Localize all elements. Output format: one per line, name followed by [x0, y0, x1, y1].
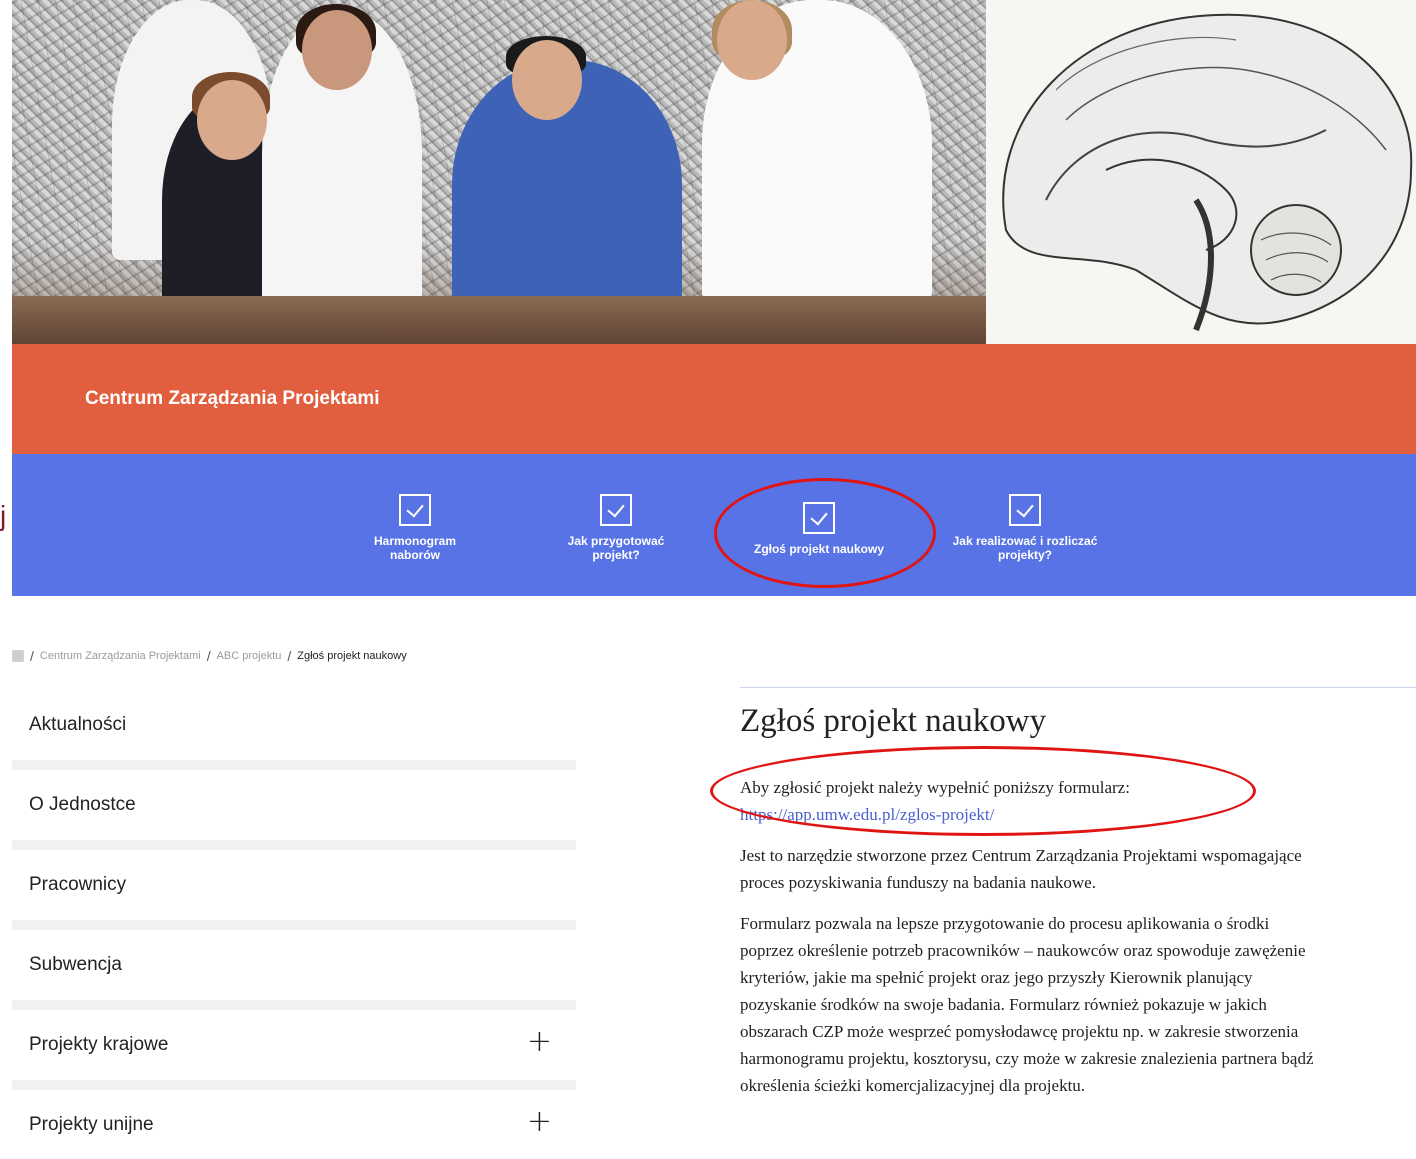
page-title: Zgłoś projekt naukowy	[740, 703, 1047, 739]
nav-item-jak-realizowac-i-rozliczac[interactable]: Jak realizować i rozliczać projekty?	[950, 494, 1100, 562]
sidebar: Aktualności O Jednostce Pracownicy Subwe…	[12, 690, 576, 1159]
checkbox-icon	[803, 502, 835, 534]
sidebar-item-label: Subwencja	[29, 954, 122, 975]
hero-person-head	[302, 10, 372, 90]
expand-plus-icon[interactable]: +	[527, 1104, 552, 1139]
left-edge-fragment: j	[0, 500, 7, 531]
nav-item-zglos-projekt-naukowy[interactable]: Zgłoś projekt naukowy	[739, 502, 899, 556]
sidebar-item-aktualnosci[interactable]: Aktualności	[12, 690, 576, 760]
site-title[interactable]: Centrum Zarządzania Projektami	[85, 388, 380, 410]
breadcrumb: / Centrum Zarządzania Projektami / ABC p…	[12, 647, 407, 665]
sidebar-item-label: O Jednostce	[29, 794, 136, 815]
nav-item-jak-przygotowac-projekt[interactable]: Jak przygotować projekt?	[551, 494, 681, 562]
expand-plus-icon[interactable]: +	[527, 1024, 552, 1059]
breadcrumb-separator: /	[30, 648, 34, 664]
sidebar-item-subwencja[interactable]: Subwencja	[12, 930, 576, 1000]
hero-person-head	[512, 40, 582, 120]
hero-person-head	[197, 80, 267, 160]
sidebar-item-label: Pracownicy	[29, 874, 127, 895]
checkbox-icon	[1009, 494, 1041, 526]
intro-text: Aby zgłosić projekt należy wypełnić poni…	[740, 778, 1130, 797]
nav-item-label: Jak przygotować projekt?	[567, 534, 665, 562]
nav-item-label: Jak realizować i rozliczać projekty?	[952, 534, 1098, 562]
checkbox-icon	[399, 494, 431, 526]
breadcrumb-current: Zgłoś projekt naukowy	[297, 650, 407, 662]
nav-item-label: Harmonogram naborów	[373, 534, 456, 562]
description-paragraph: Jest to narzędzie stworzone przez Centru…	[740, 846, 1302, 892]
brain-illustration	[986, 0, 1416, 344]
sidebar-item-label: Aktualności	[29, 714, 127, 735]
main-nav: Harmonogram naborów Jak przygotować proj…	[12, 454, 1416, 596]
breadcrumb-link[interactable]: Centrum Zarządzania Projektami	[40, 650, 201, 662]
details-paragraph: Formularz pozwala na lepsze przygotowani…	[740, 914, 1314, 1095]
breadcrumb-separator: /	[287, 648, 292, 664]
form-link[interactable]: https://app.umw.edu.pl/zglos-projekt/	[740, 805, 994, 824]
home-icon[interactable]	[12, 650, 24, 662]
sidebar-item-projekty-unijne[interactable]: Projekty unijne +	[12, 1090, 576, 1159]
checkbox-icon	[600, 494, 632, 526]
nav-item-label: Zgłoś projekt naukowy	[753, 542, 885, 556]
hero-photo	[12, 0, 986, 344]
hero-table	[12, 296, 986, 344]
hero-person-head	[717, 0, 787, 80]
sidebar-item-pracownicy[interactable]: Pracownicy	[12, 850, 576, 920]
content-divider	[740, 687, 1416, 688]
intro-paragraph: Aby zgłosić projekt należy wypełnić poni…	[740, 774, 1320, 828]
sidebar-item-o-jednostce[interactable]: O Jednostce	[12, 770, 576, 840]
nav-item-harmonogram-naborow[interactable]: Harmonogram naborów	[350, 494, 480, 562]
sidebar-item-label: Projekty unijne	[29, 1114, 154, 1135]
title-band: Centrum Zarządzania Projektami	[12, 344, 1416, 454]
breadcrumb-link[interactable]: ABC projektu	[217, 650, 282, 662]
breadcrumb-separator: /	[206, 648, 211, 664]
sidebar-item-projekty-krajowe[interactable]: Projekty krajowe +	[12, 1010, 576, 1080]
sidebar-item-label: Projekty krajowe	[29, 1034, 169, 1055]
brain-drawing	[1002, 13, 1413, 332]
